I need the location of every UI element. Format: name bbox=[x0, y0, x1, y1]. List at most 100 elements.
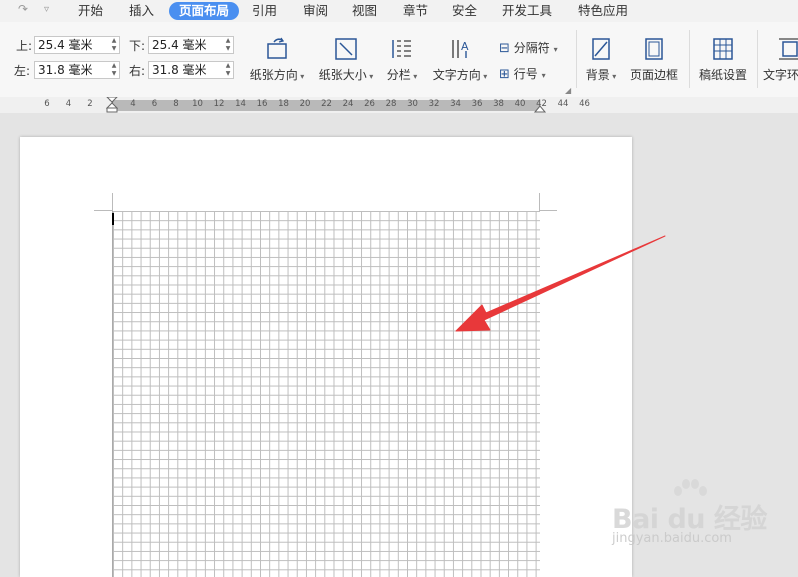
manuscript-grid[interactable] bbox=[112, 211, 540, 577]
ruler-number: 18 bbox=[278, 99, 289, 109]
page-border-label: 页面边框 bbox=[629, 68, 678, 82]
chevron-down-icon: ▾ bbox=[297, 72, 305, 81]
left-margin-label: 左: bbox=[14, 64, 31, 78]
tab-page-layout[interactable]: 页面布局 bbox=[169, 2, 240, 20]
ruler-number: 6 bbox=[44, 99, 50, 109]
crop-mark bbox=[94, 210, 112, 211]
ruler-number: 24 bbox=[342, 99, 354, 109]
tab-developer[interactable]: 开发工具 bbox=[502, 2, 552, 20]
paper-size-label: 纸张大小 bbox=[318, 68, 367, 82]
text-direction-button[interactable]: A 文字方向 ▾ bbox=[430, 36, 490, 83]
spinner-arrows-icon[interactable]: ▲ ▼ bbox=[111, 62, 117, 78]
paper-orientation-label: 纸张方向 bbox=[249, 68, 298, 82]
columns-button[interactable]: 分栏 ▾ bbox=[383, 36, 421, 83]
line-numbers-button[interactable]: ⊞ 行号 ▾ bbox=[499, 65, 546, 82]
chevron-down-icon: ▾ bbox=[609, 72, 617, 81]
top-margin-label: 上: bbox=[16, 39, 33, 53]
crop-mark bbox=[539, 210, 557, 211]
ruler-number: 8 bbox=[173, 99, 179, 109]
paper-size-button[interactable]: 纸张大小 ▾ bbox=[316, 36, 376, 83]
ruler-number: 28 bbox=[385, 99, 397, 109]
right-indent-marker-icon[interactable] bbox=[534, 101, 546, 113]
paper-orientation-button[interactable]: 纸张方向 ▾ bbox=[247, 36, 307, 83]
chevron-down-icon: ▾ bbox=[366, 72, 374, 81]
tab-review[interactable]: 审阅 bbox=[303, 2, 328, 20]
horizontal-ruler[interactable]: 6422468101214161820222426283032343638404… bbox=[0, 97, 798, 113]
right-margin-label: 右: bbox=[129, 64, 146, 78]
redo-icon[interactable]: ↷ bbox=[18, 2, 28, 16]
ruler-number: 16 bbox=[256, 99, 268, 109]
ruler-number: 14 bbox=[235, 99, 246, 109]
manuscript-grid-icon bbox=[713, 38, 733, 60]
background-button[interactable]: 背景 ▾ bbox=[582, 36, 620, 83]
dialog-launcher-icon[interactable]: ◢ bbox=[565, 86, 571, 95]
text-wrap-label: 文字环 bbox=[763, 68, 798, 82]
left-margin-input[interactable]: 31.8 毫米 ▲ ▼ bbox=[34, 61, 120, 79]
ruler-number: 30 bbox=[407, 99, 418, 109]
ruler-number: 12 bbox=[213, 99, 225, 109]
page-break-icon: ⊟ bbox=[499, 41, 510, 56]
chevron-down-icon: ▾ bbox=[553, 45, 558, 54]
ruler-number: 32 bbox=[428, 99, 440, 109]
text-wrap-button[interactable]: 文字环 bbox=[763, 36, 798, 83]
line-numbers-icon: ⊞ bbox=[499, 67, 510, 82]
background-label: 背景 bbox=[585, 68, 610, 82]
text-wrap-icon bbox=[779, 38, 798, 60]
ruler-number: 10 bbox=[192, 99, 203, 109]
ruler-number: 46 bbox=[579, 99, 590, 109]
ruler-number: 4 bbox=[130, 99, 136, 109]
page-border-button[interactable]: 页面边框 bbox=[626, 36, 682, 83]
document-page[interactable] bbox=[20, 137, 632, 577]
paper-size-icon bbox=[335, 38, 357, 60]
tab-home[interactable]: 开始 bbox=[78, 2, 103, 20]
watermark-url: jingyan.baidu.com bbox=[612, 531, 732, 546]
top-margin-input[interactable]: 25.4 毫米 ▲ ▼ bbox=[34, 36, 120, 54]
columns-label: 分栏 bbox=[386, 68, 411, 82]
ruler-number: 6 bbox=[151, 99, 158, 109]
ruler-number: 34 bbox=[450, 99, 461, 109]
breaks-button[interactable]: ⊟ 分隔符 ▾ bbox=[499, 39, 558, 56]
bottom-margin-label: 下: bbox=[129, 39, 146, 53]
ruler-number: 22 bbox=[321, 99, 332, 109]
chevron-down-icon: ▾ bbox=[410, 72, 418, 81]
manuscript-settings-button[interactable]: 稿纸设置 bbox=[695, 36, 751, 83]
svg-text:A: A bbox=[461, 40, 469, 53]
divider bbox=[576, 30, 577, 88]
ruler-number: 26 bbox=[364, 99, 375, 109]
divider bbox=[757, 30, 758, 88]
right-margin-input[interactable]: 31.8 毫米 ▲ ▼ bbox=[148, 61, 234, 79]
top-margin-value: 25.4 毫米 bbox=[38, 38, 93, 52]
ribbon: 上: 25.4 毫米 ▲ ▼ 下: 25.4 毫米 ▲ ▼ 左: 31.8 毫米 ▲… bbox=[0, 22, 798, 98]
tab-references[interactable]: 引用 bbox=[252, 2, 277, 20]
paper-orientation-icon bbox=[267, 37, 287, 59]
columns-icon bbox=[392, 40, 411, 58]
ruler-number: 40 bbox=[514, 99, 526, 109]
bottom-margin-value: 25.4 毫米 bbox=[152, 38, 207, 52]
ruler-number: 4 bbox=[65, 99, 72, 109]
bottom-margin-input[interactable]: 25.4 毫米 ▲ ▼ bbox=[148, 36, 234, 54]
indent-marker-icon[interactable] bbox=[106, 97, 118, 113]
divider bbox=[689, 30, 690, 88]
ruler-number: 2 bbox=[87, 99, 93, 109]
manuscript-settings-label: 稿纸设置 bbox=[698, 68, 747, 82]
ruler-number: 36 bbox=[471, 99, 483, 109]
spinner-arrows-icon[interactable]: ▲ ▼ bbox=[111, 37, 117, 53]
page-border-icon bbox=[645, 38, 663, 60]
tab-insert[interactable]: 插入 bbox=[129, 2, 154, 20]
text-direction-icon: A bbox=[452, 40, 469, 58]
chevron-down-icon[interactable]: ▿ bbox=[44, 4, 49, 15]
tab-security[interactable]: 安全 bbox=[452, 2, 477, 20]
tab-chapter[interactable]: 章节 bbox=[403, 2, 428, 20]
right-margin-value: 31.8 毫米 bbox=[152, 63, 207, 77]
watermark: Bai du 经验 jingyan.baidu.com bbox=[612, 477, 798, 565]
text-cursor bbox=[112, 213, 114, 225]
chevron-down-icon: ▾ bbox=[480, 72, 488, 81]
text-direction-label: 文字方向 bbox=[432, 68, 481, 82]
chevron-down-icon: ▾ bbox=[541, 71, 546, 80]
tab-special-apps[interactable]: 特色应用 bbox=[578, 2, 628, 20]
tab-view[interactable]: 视图 bbox=[352, 2, 377, 20]
ruler-number: 44 bbox=[557, 99, 569, 109]
breaks-label: 分隔符 bbox=[513, 41, 550, 55]
spinner-arrows-icon[interactable]: ▲ ▼ bbox=[225, 37, 231, 53]
spinner-arrows-icon[interactable]: ▲ ▼ bbox=[225, 62, 231, 78]
